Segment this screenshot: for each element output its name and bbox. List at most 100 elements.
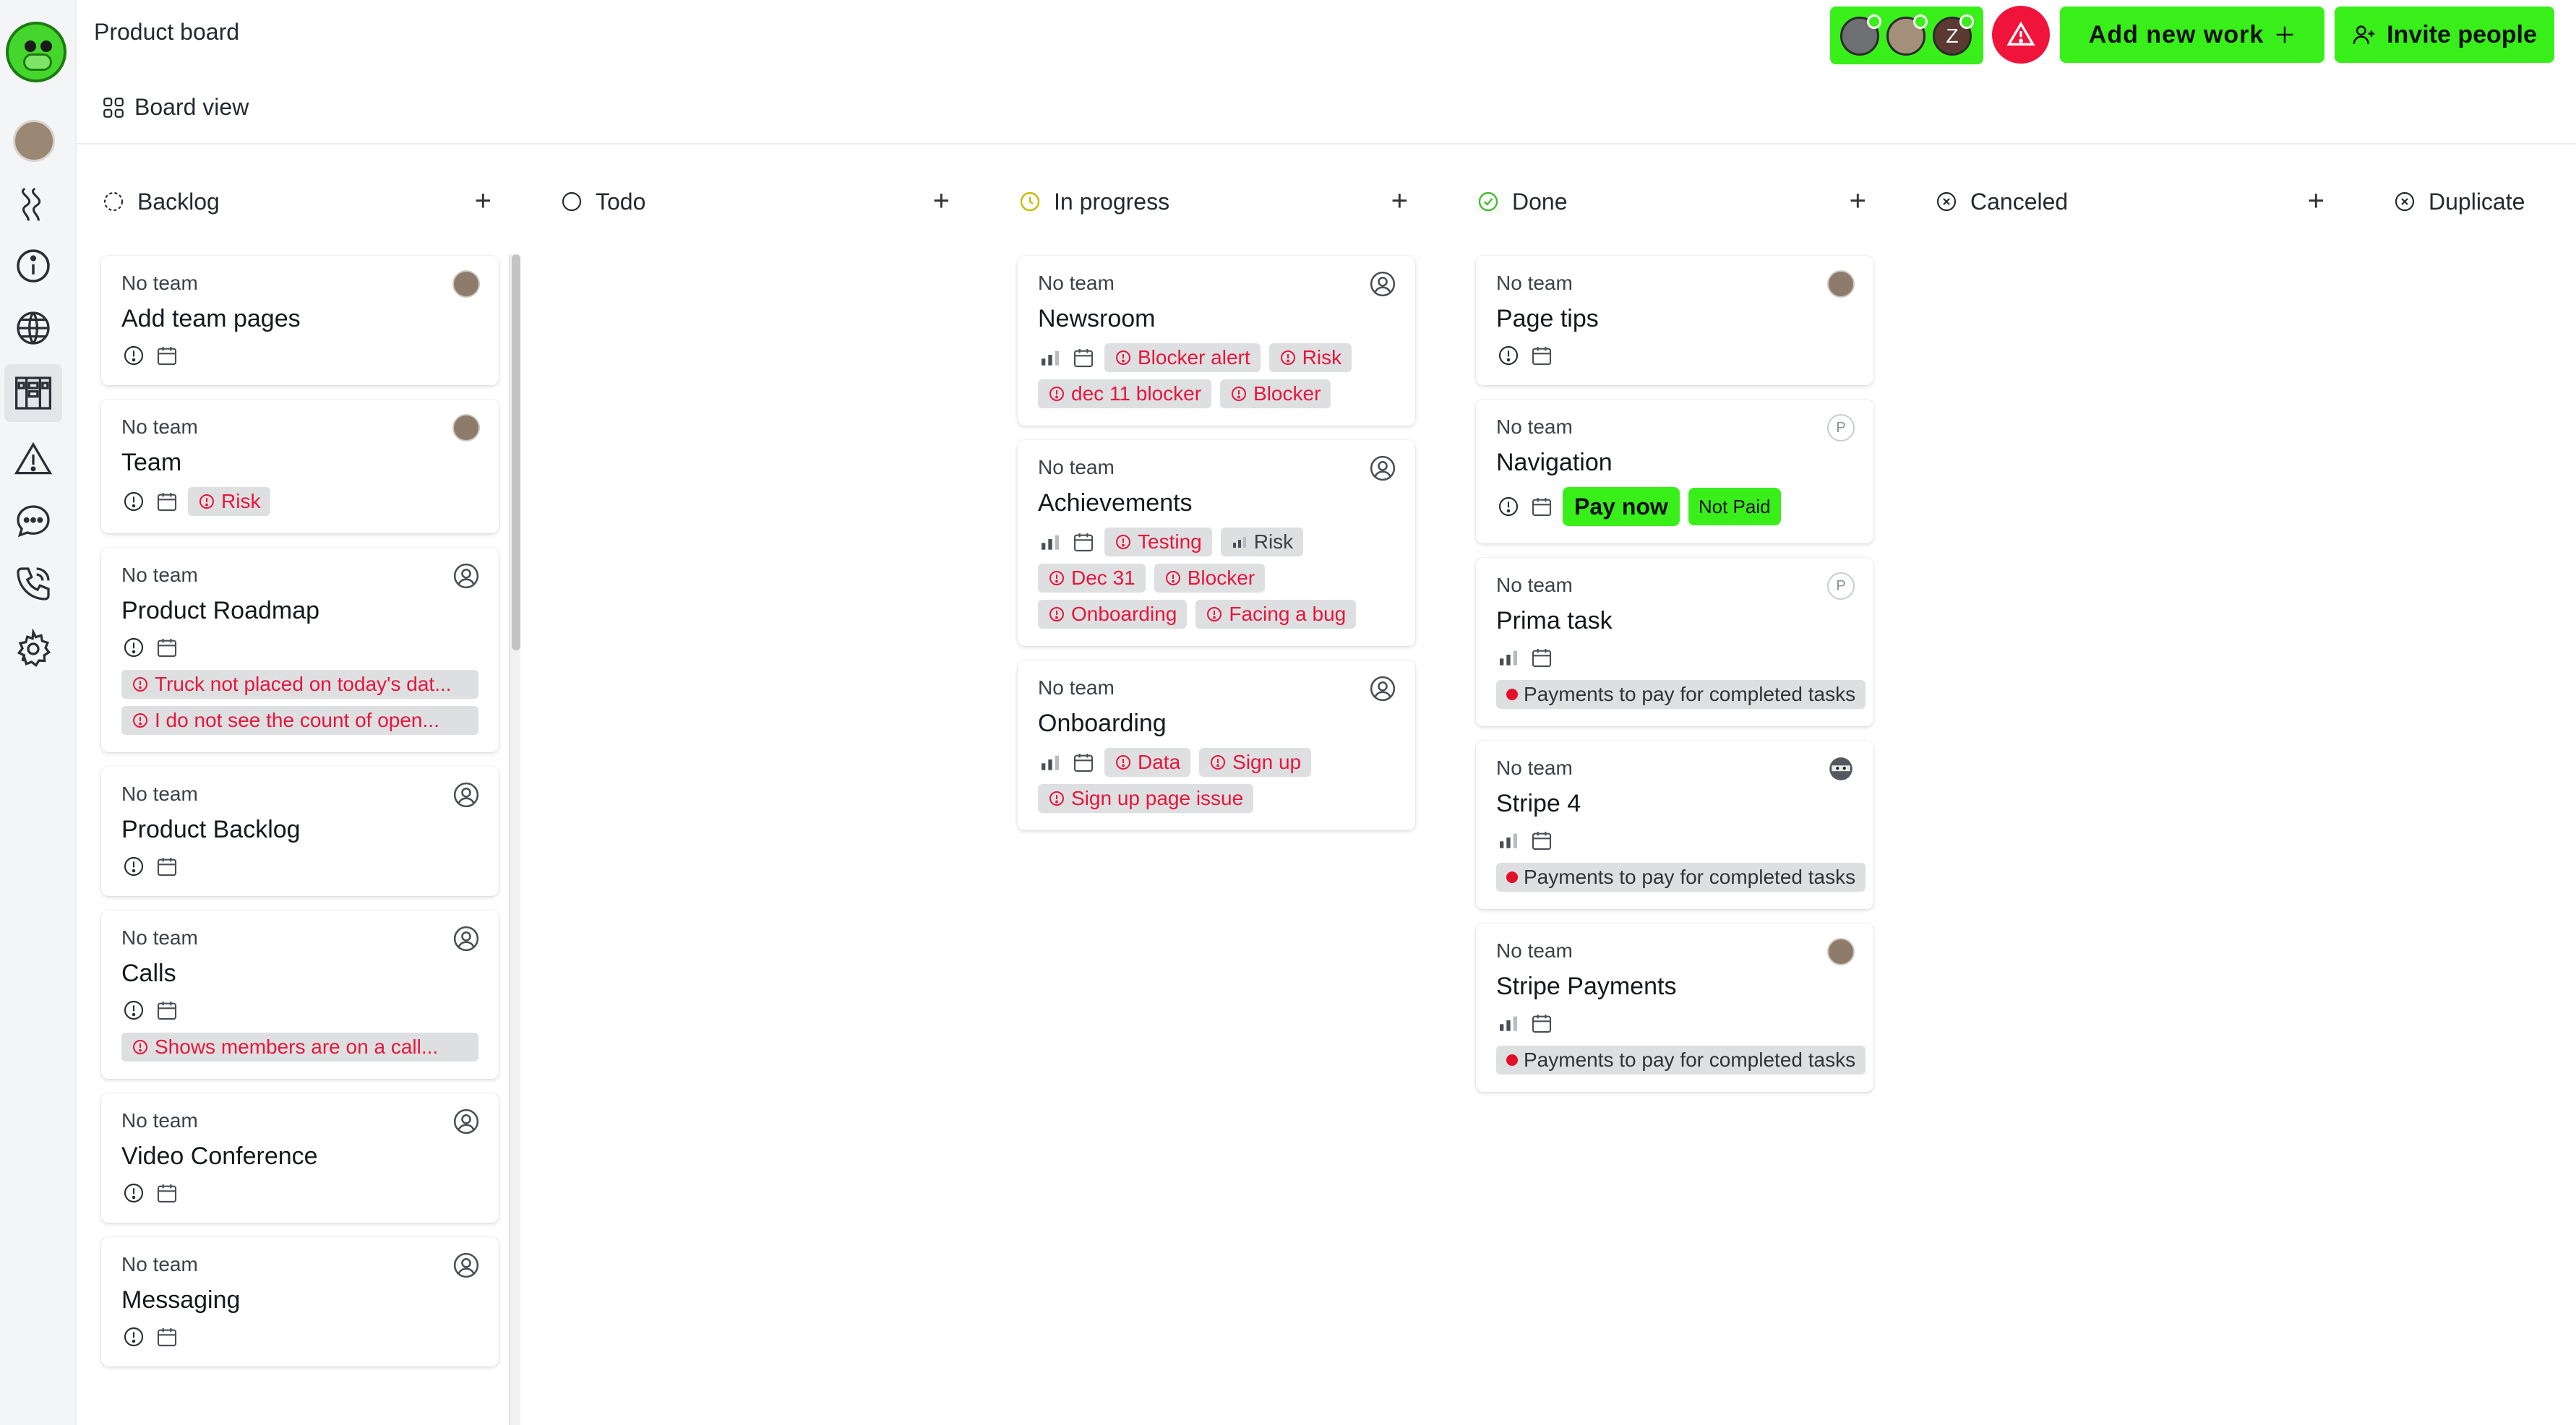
calendar-icon[interactable] (1071, 345, 1096, 370)
label-tag[interactable]: Truck not placed on today's dat... (121, 670, 478, 699)
label-tag[interactable]: Facing a bug (1195, 600, 1357, 629)
payment-tag[interactable]: Payments to pay for completed tasks (1496, 680, 1866, 709)
member-avatar[interactable] (1840, 14, 1881, 56)
calendar-icon[interactable] (1529, 494, 1554, 519)
task-card[interactable]: No team Product Roadmap Truck not placed o… (101, 548, 499, 752)
add-card-button[interactable]: + (2308, 185, 2324, 218)
priority-bars-icon[interactable] (1038, 530, 1062, 554)
add-card-button[interactable]: + (1850, 185, 1866, 218)
assignee-avatar[interactable] (1827, 270, 1855, 298)
alert-circle-icon[interactable] (1496, 343, 1521, 368)
alert-circle-icon[interactable] (121, 854, 146, 879)
task-card[interactable]: No team Add team pages (101, 256, 499, 385)
user-icon[interactable] (452, 781, 480, 809)
calendar-icon[interactable] (155, 489, 179, 514)
add-card-button[interactable]: + (933, 185, 950, 218)
gear-icon[interactable] (10, 626, 56, 672)
label-tag[interactable]: Sign up page issue (1038, 784, 1254, 813)
alert-circle-icon[interactable] (1496, 494, 1521, 519)
task-card[interactable]: No team Messaging (101, 1237, 499, 1366)
label-tag[interactable]: Sign up (1199, 748, 1312, 777)
task-card[interactable]: No team Stripe 4 Payments to pay for compl… (1476, 741, 1873, 909)
user-icon[interactable] (452, 925, 480, 952)
alert-circle-icon[interactable] (121, 1325, 146, 1349)
assignee-initial[interactable]: P (1827, 414, 1855, 442)
label-tag[interactable]: Blocker alert (1104, 343, 1261, 372)
priority-bars-icon[interactable] (1496, 645, 1521, 670)
label-tag[interactable]: dec 11 blocker (1038, 379, 1212, 408)
label-tag[interactable]: I do not see the count of open... (121, 706, 478, 735)
user-icon[interactable] (452, 1108, 480, 1135)
add-card-button[interactable]: + (475, 185, 491, 218)
globe-icon[interactable] (10, 305, 56, 351)
task-card[interactable]: No team Prima task P Payments to pay for co… (1476, 558, 1873, 726)
calendar-icon[interactable] (1529, 828, 1554, 853)
user-icon[interactable] (452, 562, 480, 590)
priority-bars-icon[interactable] (1038, 345, 1062, 370)
user-icon[interactable] (1369, 455, 1396, 482)
payment-tag[interactable]: Payments to pay for completed tasks (1496, 1046, 1866, 1075)
add-card-button[interactable]: + (1391, 185, 1408, 218)
label-tag[interactable]: Blocker (1154, 564, 1266, 593)
board-icon[interactable] (4, 364, 62, 422)
alert-button[interactable] (1992, 6, 2050, 64)
priority-bars-icon[interactable] (1496, 1011, 1521, 1036)
label-tag[interactable]: Data (1104, 748, 1191, 777)
label-tag[interactable]: Shows members are on a call... (121, 1033, 478, 1062)
chat-icon[interactable] (10, 499, 56, 545)
tab-board-view[interactable]: Board view (101, 94, 249, 121)
user-avatar[interactable] (13, 120, 55, 162)
calendar-icon[interactable] (1071, 750, 1096, 775)
assignee-avatar[interactable] (1827, 938, 1855, 965)
priority-bars-icon[interactable] (1496, 828, 1521, 853)
task-card[interactable]: No team Navigation P Pay now Not Paid (1476, 400, 1873, 543)
alert-circle-icon[interactable] (121, 998, 146, 1023)
task-card[interactable]: No team Page tips (1476, 256, 1873, 385)
task-card[interactable]: No team Product Backlog (101, 767, 499, 896)
assignee-avatar[interactable] (452, 414, 480, 442)
assignee-avatar[interactable] (452, 270, 480, 298)
scrollbar-thumb[interactable] (512, 254, 520, 650)
assignee-initial[interactable]: P (1827, 572, 1855, 600)
label-tag[interactable]: Testing (1104, 528, 1212, 556)
label-tag[interactable]: Risk (188, 487, 271, 516)
task-card[interactable]: No team Video Conference (101, 1093, 499, 1223)
alert-circle-icon[interactable] (121, 1181, 146, 1205)
task-card[interactable]: No team Achievements Testing Risk Dec 31 Bloc… (1018, 440, 1415, 646)
calendar-icon[interactable] (155, 635, 179, 660)
info-icon[interactable] (10, 243, 56, 289)
warning-icon[interactable] (10, 436, 56, 483)
alert-circle-icon[interactable] (121, 635, 146, 660)
calendar-icon[interactable] (1071, 530, 1096, 554)
task-card[interactable]: No team Stripe Payments Payments to pay fo… (1476, 924, 1873, 1092)
calendar-icon[interactable] (155, 343, 179, 368)
alert-circle-icon[interactable] (121, 489, 146, 514)
label-tag[interactable]: Onboarding (1038, 600, 1188, 629)
task-card[interactable]: No team Calls Shows members are on a call.… (101, 910, 499, 1079)
pay-now-button[interactable]: Pay now (1563, 487, 1680, 526)
calendar-icon[interactable] (1529, 343, 1554, 368)
label-tag[interactable]: Blocker (1220, 379, 1331, 408)
ninja-avatar-icon[interactable] (1827, 755, 1855, 783)
app-logo[interactable] (6, 22, 66, 82)
road-icon[interactable] (10, 181, 56, 227)
user-icon[interactable] (1369, 270, 1396, 298)
calendar-icon[interactable] (1529, 645, 1554, 670)
priority-bars-icon[interactable] (1038, 750, 1062, 775)
user-icon[interactable] (452, 1252, 480, 1279)
calendar-icon[interactable] (1529, 1011, 1554, 1036)
task-card[interactable]: No team Onboarding Data Sign up Sign up page… (1018, 660, 1415, 830)
calendar-icon[interactable] (155, 854, 179, 879)
payment-tag[interactable]: Payments to pay for completed tasks (1496, 863, 1866, 892)
phone-icon[interactable] (10, 561, 56, 607)
label-tag[interactable]: Dec 31 (1038, 564, 1146, 593)
task-card[interactable]: No team Newsroom Blocker alert Risk dec 11 b… (1018, 256, 1415, 426)
label-tag[interactable]: Risk (1220, 528, 1304, 556)
add-new-work-button[interactable]: Add new work (2060, 7, 2324, 63)
alert-circle-icon[interactable] (121, 343, 146, 368)
task-card[interactable]: No team Team Risk (101, 400, 499, 533)
calendar-icon[interactable] (155, 998, 179, 1023)
column-scrollbar[interactable] (509, 254, 520, 1425)
user-icon[interactable] (1369, 675, 1396, 702)
member-avatar[interactable] (1886, 14, 1928, 56)
